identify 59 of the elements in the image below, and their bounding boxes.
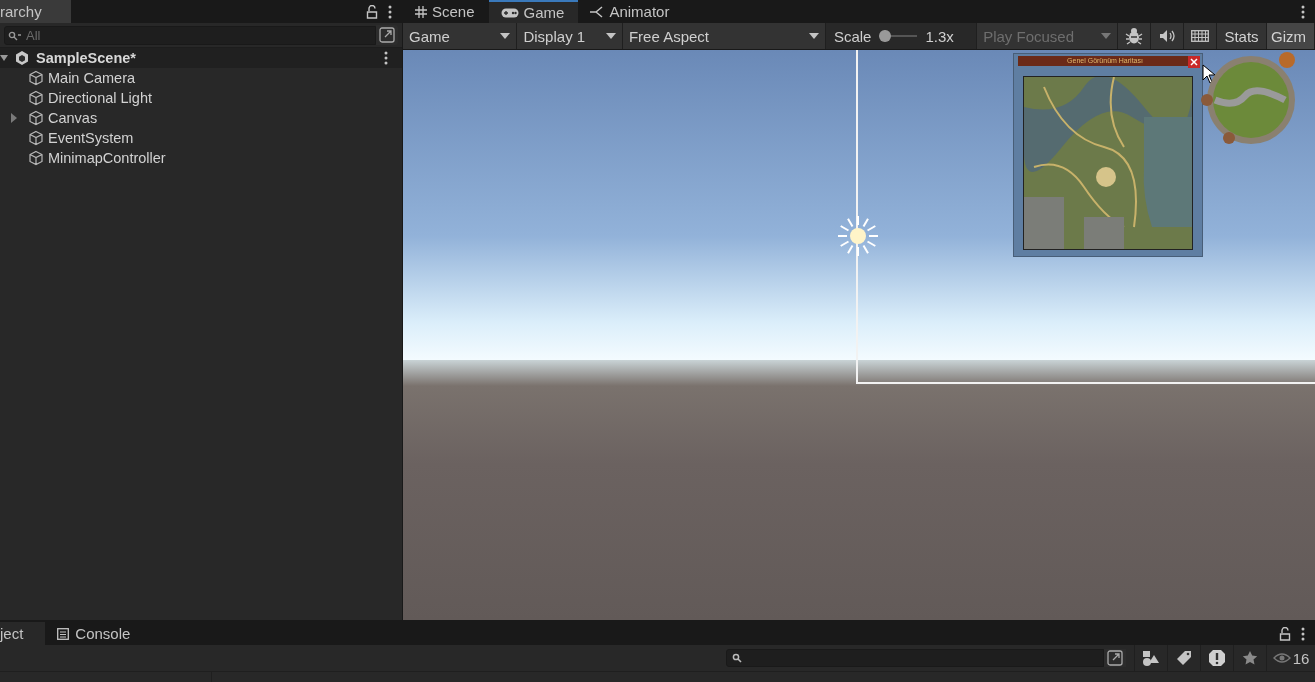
view-mode-dropdown[interactable]: Game: [403, 23, 518, 49]
list-icon: [57, 627, 70, 640]
search-field[interactable]: [726, 649, 1104, 667]
lock-icon[interactable]: [366, 4, 378, 19]
search-icon: [732, 653, 742, 663]
caret-icon: [605, 33, 616, 39]
more-menu-icon[interactable]: [1301, 4, 1305, 19]
unity-logo-icon: [14, 50, 30, 66]
cube-icon: [28, 70, 44, 86]
speaker-icon: [1159, 29, 1176, 43]
scene-name[interactable]: SampleScene*: [36, 50, 136, 66]
cube-icon: [28, 130, 44, 146]
keyboard-icon: [1191, 30, 1210, 42]
hierarchy-item[interactable]: Canvas: [48, 110, 98, 126]
close-icon[interactable]: [1188, 56, 1200, 68]
eye-icon: [1272, 653, 1291, 663]
exclamation-icon: [1208, 649, 1226, 667]
cube-icon: [28, 110, 44, 126]
hierarchy-item[interactable]: MinimapController: [48, 150, 166, 166]
expand-search-icon[interactable]: [376, 25, 398, 45]
gamepad-icon: [500, 7, 519, 18]
display-dropdown[interactable]: Display 1: [517, 23, 623, 49]
keyboard-button[interactable]: [1184, 23, 1217, 49]
hierarchy-item[interactable]: Main Camera: [48, 70, 136, 86]
caret-icon: [808, 33, 819, 39]
hierarchy-item[interactable]: Directional Light: [48, 90, 152, 106]
more-menu-icon[interactable]: [384, 51, 388, 65]
more-menu-icon[interactable]: [388, 4, 392, 19]
bug-icon: [1125, 27, 1144, 45]
search-field[interactable]: All: [4, 25, 376, 45]
expand-search-icon[interactable]: [1104, 649, 1126, 667]
scale-reading: 1.3x: [925, 27, 954, 45]
hierarchy-tab[interactable]: rarchy: [0, 0, 71, 23]
cube-icon: [28, 90, 44, 106]
cube-icon: [28, 150, 44, 166]
gizmos-button[interactable]: Gizm: [1266, 23, 1315, 49]
search-icon: [8, 30, 22, 41]
sun-icon: [836, 214, 880, 258]
expand-arrow-icon[interactable]: [10, 113, 18, 123]
shapes-icon: [1142, 650, 1160, 666]
lock-icon[interactable]: [1279, 626, 1291, 641]
editor-tab[interactable]: Game: [488, 0, 579, 23]
scale-label: Scale: [833, 27, 872, 45]
cursor-icon: [1202, 64, 1216, 84]
hidden-count-button[interactable]: 16: [1266, 645, 1315, 671]
expand-arrow-icon[interactable]: [0, 54, 8, 62]
hierarchy-item[interactable]: EventSystem: [48, 130, 134, 146]
branch-icon: [590, 5, 605, 18]
bug-button[interactable]: [1118, 23, 1152, 49]
aspect-dropdown[interactable]: Free Aspect: [622, 23, 826, 49]
grid-icon: [415, 5, 427, 18]
tag-icon: [1176, 650, 1192, 666]
panel-tab[interactable]: ject: [0, 622, 46, 645]
caret-icon: [1101, 33, 1112, 39]
stats-button[interactable]: Stats: [1216, 23, 1267, 49]
caret-icon: [500, 33, 511, 39]
star-icon: [1242, 650, 1258, 666]
audio-button[interactable]: [1151, 23, 1185, 49]
more-menu-icon[interactable]: [1301, 626, 1305, 641]
